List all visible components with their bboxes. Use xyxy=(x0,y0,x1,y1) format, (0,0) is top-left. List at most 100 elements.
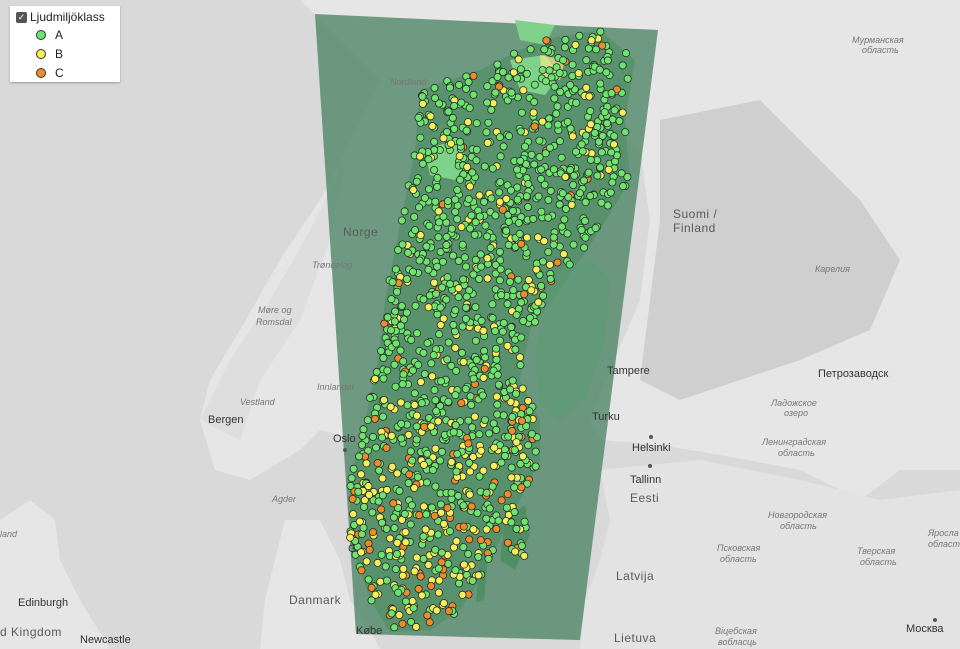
measurement-point[interactable] xyxy=(420,369,429,378)
measurement-point[interactable] xyxy=(507,323,516,332)
measurement-point[interactable] xyxy=(582,131,591,140)
measurement-point[interactable] xyxy=(603,201,612,210)
measurement-point[interactable] xyxy=(427,503,436,512)
measurement-point[interactable] xyxy=(349,464,358,473)
measurement-point[interactable] xyxy=(575,31,584,40)
measurement-point[interactable] xyxy=(544,247,553,256)
measurement-point[interactable] xyxy=(427,359,436,368)
measurement-point[interactable] xyxy=(567,200,576,209)
measurement-point[interactable] xyxy=(561,35,570,44)
measurement-point[interactable] xyxy=(431,545,440,554)
measurement-point[interactable] xyxy=(493,73,502,82)
measurement-point[interactable] xyxy=(555,200,564,209)
measurement-point[interactable] xyxy=(618,108,627,117)
measurement-point[interactable] xyxy=(470,230,479,239)
measurement-point[interactable] xyxy=(432,407,441,416)
measurement-point[interactable] xyxy=(439,134,448,143)
measurement-point[interactable] xyxy=(623,74,632,83)
measurement-point[interactable] xyxy=(423,449,432,458)
measurement-point[interactable] xyxy=(512,389,521,398)
measurement-point[interactable] xyxy=(382,524,391,533)
measurement-point[interactable] xyxy=(496,178,505,187)
measurement-point[interactable] xyxy=(374,497,383,506)
measurement-point[interactable] xyxy=(465,224,474,233)
measurement-point[interactable] xyxy=(496,265,505,274)
measurement-point[interactable] xyxy=(430,94,439,103)
measurement-point[interactable] xyxy=(451,306,460,315)
measurement-point[interactable] xyxy=(578,147,587,156)
measurement-point[interactable] xyxy=(451,343,460,352)
measurement-point[interactable] xyxy=(507,88,516,97)
measurement-point[interactable] xyxy=(409,185,418,194)
measurement-point[interactable] xyxy=(377,505,386,514)
measurement-point[interactable] xyxy=(370,414,379,423)
measurement-point[interactable] xyxy=(365,490,374,499)
measurement-point[interactable] xyxy=(387,609,396,618)
measurement-point[interactable] xyxy=(513,195,522,204)
measurement-point[interactable] xyxy=(492,525,501,534)
measurement-point[interactable] xyxy=(357,566,366,575)
measurement-point[interactable] xyxy=(596,27,605,36)
measurement-point[interactable] xyxy=(368,432,377,441)
measurement-point[interactable] xyxy=(512,524,521,533)
measurement-point[interactable] xyxy=(396,346,405,355)
measurement-point[interactable] xyxy=(492,355,501,364)
measurement-point[interactable] xyxy=(388,462,397,471)
measurement-point[interactable] xyxy=(433,262,442,271)
measurement-point[interactable] xyxy=(451,195,460,204)
measurement-point[interactable] xyxy=(382,576,391,585)
measurement-point[interactable] xyxy=(474,571,483,580)
measurement-point[interactable] xyxy=(444,397,453,406)
measurement-point[interactable] xyxy=(483,274,492,283)
measurement-point[interactable] xyxy=(556,88,565,97)
measurement-point[interactable] xyxy=(387,295,396,304)
measurement-point[interactable] xyxy=(346,481,355,490)
measurement-point[interactable] xyxy=(434,417,443,426)
measurement-point[interactable] xyxy=(498,205,507,214)
measurement-point[interactable] xyxy=(492,344,501,353)
measurement-point[interactable] xyxy=(383,313,392,322)
measurement-point[interactable] xyxy=(493,370,502,379)
measurement-point[interactable] xyxy=(553,120,562,129)
measurement-point[interactable] xyxy=(398,571,407,580)
measurement-point[interactable] xyxy=(516,65,525,74)
measurement-point[interactable] xyxy=(545,260,554,269)
measurement-point[interactable] xyxy=(437,283,446,292)
measurement-point[interactable] xyxy=(480,415,489,424)
measurement-point[interactable] xyxy=(435,576,444,585)
measurement-point[interactable] xyxy=(355,452,364,461)
measurement-point[interactable] xyxy=(502,503,511,512)
measurement-point[interactable] xyxy=(465,535,474,544)
measurement-point[interactable] xyxy=(420,193,429,202)
measurement-point[interactable] xyxy=(378,491,387,500)
measurement-point[interactable] xyxy=(428,372,437,381)
measurement-point[interactable] xyxy=(498,327,507,336)
measurement-point[interactable] xyxy=(559,250,568,259)
measurement-point[interactable] xyxy=(379,395,388,404)
measurement-point[interactable] xyxy=(537,281,546,290)
measurement-point[interactable] xyxy=(452,467,461,476)
measurement-point[interactable] xyxy=(439,519,448,528)
measurement-point[interactable] xyxy=(419,295,428,304)
measurement-point[interactable] xyxy=(346,533,355,542)
measurement-point[interactable] xyxy=(430,386,439,395)
measurement-point[interactable] xyxy=(503,341,512,350)
measurement-point[interactable] xyxy=(430,165,439,174)
measurement-point[interactable] xyxy=(494,380,503,389)
measurement-point[interactable] xyxy=(549,165,558,174)
measurement-point[interactable] xyxy=(415,511,424,520)
measurement-point[interactable] xyxy=(558,189,567,198)
measurement-point[interactable] xyxy=(496,152,505,161)
measurement-point[interactable] xyxy=(491,88,500,97)
measurement-point[interactable] xyxy=(450,124,459,133)
measurement-point[interactable] xyxy=(439,212,448,221)
measurement-point[interactable] xyxy=(457,223,466,232)
measurement-point[interactable] xyxy=(523,233,532,242)
measurement-point[interactable] xyxy=(577,225,586,234)
measurement-point[interactable] xyxy=(530,122,539,131)
measurement-point[interactable] xyxy=(535,136,544,145)
measurement-point[interactable] xyxy=(358,431,367,440)
measurement-point[interactable] xyxy=(455,137,464,146)
measurement-point[interactable] xyxy=(412,177,421,186)
measurement-point[interactable] xyxy=(461,262,470,271)
